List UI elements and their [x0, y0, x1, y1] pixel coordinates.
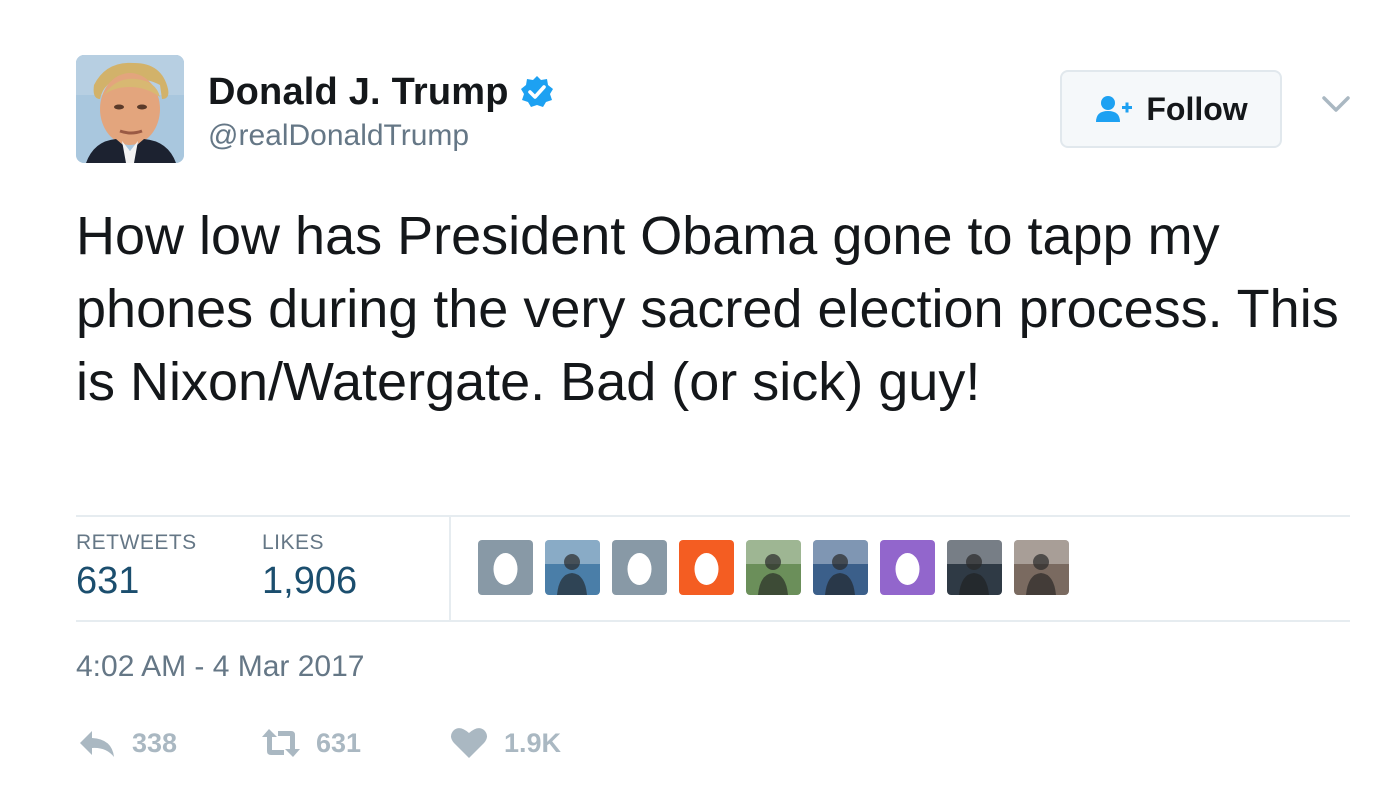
retweets-label[interactable]: RETWEETS — [76, 531, 197, 555]
heart-icon — [451, 728, 487, 758]
liker-avatar[interactable] — [880, 540, 935, 595]
egg-avatar-icon — [612, 540, 667, 595]
follow-button-label: Follow — [1146, 90, 1248, 127]
likers-avatar-list — [478, 540, 1069, 595]
egg-avatar-icon — [478, 540, 533, 595]
reply-button[interactable]: 338 — [76, 725, 177, 761]
liker-avatar[interactable] — [545, 540, 600, 595]
likes-count[interactable]: 1,906 — [262, 560, 357, 603]
tweet-timestamp[interactable]: 4:02 AM - 4 Mar 2017 — [76, 650, 365, 684]
egg-avatar-icon — [880, 540, 935, 595]
tweet-card: Donald J. Trump @realDonaldTrump Follow … — [0, 0, 1400, 787]
liker-avatar[interactable] — [478, 540, 533, 595]
photo-avatar-icon — [545, 540, 600, 595]
avatar[interactable] — [76, 55, 184, 163]
follow-button[interactable]: Follow — [1060, 70, 1282, 148]
stats-divider-bottom — [76, 620, 1350, 622]
retweet-count: 631 — [316, 727, 362, 758]
user-name[interactable]: Donald J. Trump — [208, 71, 509, 114]
reply-count: 338 — [132, 727, 178, 758]
like-count: 1.9K — [504, 727, 562, 758]
liker-avatar[interactable] — [1014, 540, 1069, 595]
liker-avatar[interactable] — [813, 540, 868, 595]
follow-user-icon — [1096, 96, 1133, 122]
retweets-count[interactable]: 631 — [76, 560, 139, 603]
photo-avatar-icon — [813, 540, 868, 595]
retweet-icon — [262, 729, 300, 757]
reply-icon — [80, 731, 114, 757]
user-name-row: Donald J. Trump — [208, 70, 555, 114]
egg-avatar-icon — [679, 540, 734, 595]
stats-divider-top — [76, 515, 1350, 517]
photo-avatar-icon — [1014, 540, 1069, 595]
chevron-down-icon[interactable] — [1318, 92, 1354, 116]
stats-vertical-divider — [449, 517, 451, 620]
liker-avatar[interactable] — [947, 540, 1002, 595]
liker-avatar[interactable] — [612, 540, 667, 595]
tweet-text: How low has President Obama gone to tapp… — [76, 206, 1339, 412]
verified-badge-icon — [520, 76, 553, 107]
photo-avatar-icon — [746, 540, 801, 595]
liker-avatar[interactable] — [679, 540, 734, 595]
photo-avatar-icon — [947, 540, 1002, 595]
like-button[interactable]: 1.9K — [448, 725, 561, 761]
user-handle[interactable]: @realDonaldTrump — [208, 119, 469, 153]
likes-label[interactable]: LIKES — [262, 531, 324, 555]
liker-avatar[interactable] — [746, 540, 801, 595]
retweet-button[interactable]: 631 — [260, 725, 361, 761]
